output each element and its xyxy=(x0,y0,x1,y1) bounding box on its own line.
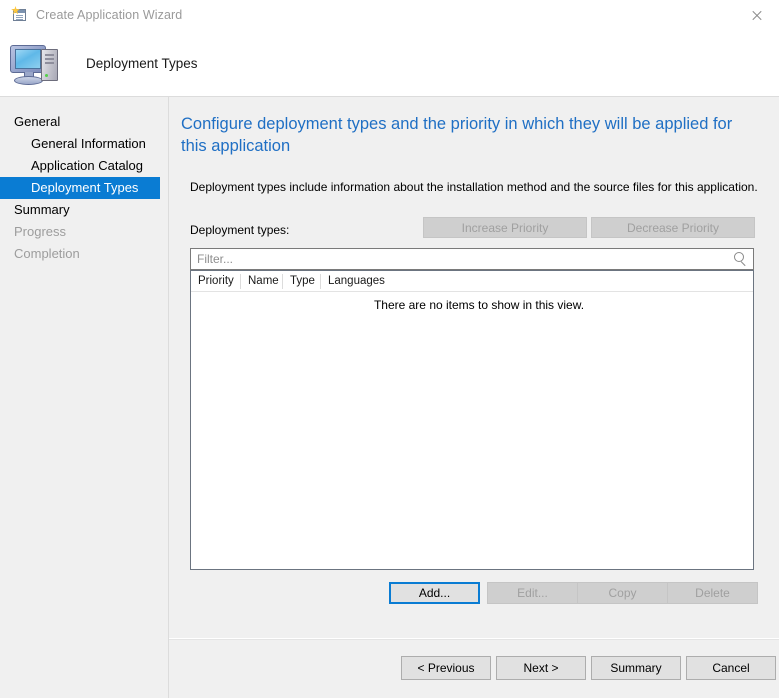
footer-divider-shadow xyxy=(169,639,779,640)
page-heading: Deployment Types xyxy=(86,56,198,71)
increase-priority-button[interactable]: Increase Priority xyxy=(423,217,587,238)
summary-button[interactable]: Summary xyxy=(591,656,681,680)
close-button[interactable] xyxy=(733,0,779,30)
filter-placeholder: Filter... xyxy=(197,252,234,266)
deployment-types-label: Deployment types: xyxy=(190,223,290,237)
sidebar-item-summary[interactable]: Summary xyxy=(0,199,168,221)
new-document-icon xyxy=(11,6,27,23)
content-description: Deployment types include information abo… xyxy=(190,180,758,194)
next-button[interactable]: Next > xyxy=(496,656,586,680)
computer-icon xyxy=(8,39,64,89)
search-icon[interactable] xyxy=(733,252,748,267)
title-bar: Create Application Wizard xyxy=(0,0,779,30)
window-title: Create Application Wizard xyxy=(36,8,183,22)
copy-button[interactable]: Copy xyxy=(577,582,668,604)
column-header-name[interactable]: Name xyxy=(241,273,283,289)
column-header-priority[interactable]: Priority xyxy=(191,273,241,289)
edit-button[interactable]: Edit... xyxy=(487,582,578,604)
list-header-row: Priority Name Type Languages xyxy=(191,271,753,292)
sidebar-item-completion: Completion xyxy=(14,246,80,261)
wizard-content: Configure deployment types and the prior… xyxy=(169,97,779,698)
column-header-type[interactable]: Type xyxy=(283,273,321,289)
cancel-button[interactable]: Cancel xyxy=(686,656,776,680)
empty-state-message: There are no items to show in this view. xyxy=(373,298,585,312)
close-icon xyxy=(751,10,762,21)
column-header-languages[interactable]: Languages xyxy=(321,274,391,289)
add-button[interactable]: Add... xyxy=(389,582,480,604)
previous-button[interactable]: < Previous xyxy=(401,656,491,680)
sidebar-item-general[interactable]: General xyxy=(0,111,168,133)
sidebar-item-progress: Progress xyxy=(14,224,67,239)
sidebar-nav: General General Information Application … xyxy=(0,97,168,265)
wizard-header: Deployment Types xyxy=(0,30,779,97)
sidebar-item-deployment-types[interactable]: Deployment Types xyxy=(0,177,160,199)
filter-input[interactable]: Filter... xyxy=(190,248,754,270)
deployment-types-list[interactable]: Priority Name Type Languages There are n… xyxy=(190,270,754,570)
wizard-sidebar: General General Information Application … xyxy=(0,97,168,698)
content-title: Configure deployment types and the prior… xyxy=(181,115,733,155)
decrease-priority-button[interactable]: Decrease Priority xyxy=(591,217,755,238)
delete-button[interactable]: Delete xyxy=(667,582,758,604)
sidebar-item-application-catalog[interactable]: Application Catalog xyxy=(0,155,168,177)
sidebar-item-general-information[interactable]: General Information xyxy=(0,133,168,155)
